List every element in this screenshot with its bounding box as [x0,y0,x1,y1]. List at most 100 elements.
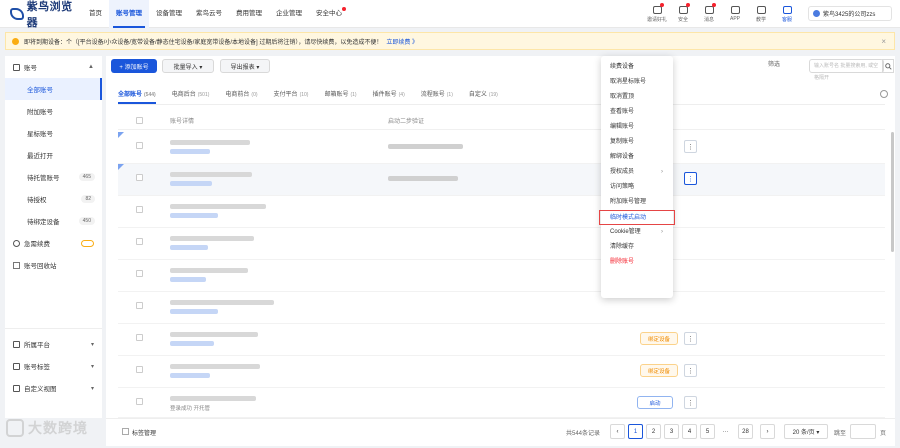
menu-item-additional-accounts[interactable]: 附加账号管理 [601,195,673,210]
support-button[interactable]: 客服 [774,0,800,28]
sidebar-item-all-accounts[interactable]: 全部账号 [5,78,102,100]
jump-page-input[interactable] [850,424,876,439]
menu-item-edit[interactable]: 编辑账号 [601,120,673,135]
sidebar-item-pending-hosting[interactable]: 待托管账号 465 [5,166,102,188]
tab-ecommerce-backend[interactable]: 电商后台 (501) [172,86,210,104]
footer-checkbox[interactable] [122,428,129,435]
more-actions-button[interactable]: ⋮ [684,172,697,185]
sidebar-group-platform[interactable]: 所属平台 ▾ [5,333,102,355]
more-actions-button[interactable]: ⋮ [684,364,697,377]
app-logo[interactable]: 紫鸟浏览器 [10,0,82,30]
sidebar-item-starred[interactable]: 星标账号 [5,122,102,144]
filter-button[interactable]: 筛选 [768,59,780,68]
row-checkbox[interactable] [136,238,143,245]
start-button[interactable]: 启动 [637,396,673,409]
nav-enterprise[interactable]: 企业管理 [269,0,309,28]
sidebar-item-renewal-needed[interactable]: 急需续费 [5,232,102,254]
page-4[interactable]: 4 [682,424,697,439]
tutorial-button[interactable]: 教学 [748,0,774,28]
menu-item-delete[interactable]: 删除账号 [601,255,673,270]
bind-device-button[interactable]: 绑定设备 [640,332,678,345]
nav-home[interactable]: 首页 [82,0,109,28]
nav-account-management[interactable]: 账号管理 [109,0,149,28]
more-actions-button[interactable]: ⋮ [684,140,697,153]
row-checkbox[interactable] [136,142,143,149]
row-checkbox[interactable] [136,398,143,405]
bind-device-button[interactable]: 绑定设备 [640,364,678,377]
menu-item-copy[interactable]: 复制账号 [601,135,673,150]
add-account-button[interactable]: + 添加账号 [111,59,157,73]
app-button[interactable]: APP [722,0,748,28]
menu-item-temporary-mode[interactable]: 临时模式启动 [599,210,675,225]
page-size-select[interactable]: 20 条/页 ▾ [784,424,828,439]
table-row[interactable] [118,292,885,324]
menu-item-unbind-device[interactable]: 解绑设备 [601,150,673,165]
table-row[interactable]: 登录成功 开托管 启动 ⋮ [118,388,885,418]
search-icon[interactable] [882,59,894,73]
more-actions-button[interactable]: ⋮ [684,396,697,409]
tab-process[interactable]: 流程账号 (1) [421,86,453,104]
table-row[interactable] [118,260,885,292]
search-input[interactable]: 输入账号名 批量搜索用, 或空格隔开 [809,59,884,81]
row-checkbox[interactable] [136,366,143,373]
scrollbar[interactable] [891,132,894,252]
prev-page-button[interactable]: ‹ [610,424,625,439]
batch-import-button[interactable]: 批量导入 ▾ [162,59,214,73]
table-row[interactable]: ⋮ [118,132,885,164]
menu-item-clear-cache[interactable]: 清除缓存 [601,240,673,255]
nav-device-management[interactable]: 设备管理 [149,0,189,28]
account-switcher[interactable]: 紫鸟3425的公司zzs [808,6,892,21]
page-28[interactable]: 28 [738,424,753,439]
tab-ecommerce-frontend[interactable]: 电商前台 (0) [225,86,257,104]
close-icon[interactable]: × [881,37,886,46]
tab-custom[interactable]: 自定义 (19) [469,86,498,104]
next-page-button[interactable]: › [760,424,775,439]
row-checkbox[interactable] [136,174,143,181]
sidebar-group-custom-view[interactable]: 自定义视图 ▾ [5,377,102,399]
sidebar-item-additional[interactable]: 附加账号 [5,100,102,122]
tab-plugin[interactable]: 插件账号 (4) [373,86,405,104]
row-checkbox[interactable] [136,270,143,277]
sidebar-item-recycle-bin[interactable]: 账号回收站 [5,254,102,276]
sidebar-item-pending-device[interactable]: 待绑定设备 450 [5,210,102,232]
row-checkbox[interactable] [136,302,143,309]
tab-all[interactable]: 全部账号 (544) [118,86,156,104]
page-5[interactable]: 5 [700,424,715,439]
select-all-checkbox[interactable] [136,117,143,124]
page-2[interactable]: 2 [646,424,661,439]
menu-item-access-policy[interactable]: 访问策略 [601,180,673,195]
tag-management-link[interactable]: 标签管理 [132,428,156,437]
menu-item-unstar[interactable]: 取消星标账号 [601,75,673,90]
tab-payment[interactable]: 支付平台 (10) [274,86,309,104]
menu-item-authorize-members[interactable]: 授权成员 › [601,165,673,180]
row-checkbox[interactable] [136,334,143,341]
table-row[interactable] [118,196,885,228]
menu-item-renew-device[interactable]: 续费设备 [601,60,673,75]
tab-email[interactable]: 邮箱账号 (1) [324,86,356,104]
page-3[interactable]: 3 [664,424,679,439]
nav-security-center[interactable]: 安全中心 [309,0,349,28]
security-button[interactable]: 安全 [670,0,696,28]
page-1[interactable]: 1 [628,424,643,439]
gear-icon[interactable] [880,90,888,98]
sidebar-group-accounts[interactable]: 账号 ▲ [5,56,102,78]
page-ellipsis[interactable]: ··· [718,424,733,439]
sidebar-group-tags[interactable]: 账号标签 ▾ [5,355,102,377]
menu-item-view[interactable]: 查看账号 [601,105,673,120]
more-actions-button[interactable]: ⋮ [684,332,697,345]
nav-billing[interactable]: 费用管理 [229,0,269,28]
nav-cloud-number[interactable]: 紫鸟云号 [189,0,229,28]
table-row[interactable]: ⋮ [118,164,885,196]
table-row[interactable]: 绑定设备 ⋮ [118,356,885,388]
renew-now-link[interactable]: 立即续费 》 [386,37,418,46]
table-row[interactable]: 绑定设备 ⋮ [118,324,885,356]
invite-button[interactable]: 邀请好礼 [644,0,670,28]
export-report-button[interactable]: 导出报表 ▾ [220,59,270,73]
menu-item-unpin[interactable]: 取消置顶 [601,90,673,105]
renewal-toggle[interactable] [81,239,94,247]
table-row[interactable] [118,228,885,260]
messages-button[interactable]: 消息 [696,0,722,28]
sidebar-item-pending-auth[interactable]: 待授权 82 [5,188,102,210]
row-checkbox[interactable] [136,206,143,213]
menu-item-cookie[interactable]: Cookie管理 › [601,225,673,240]
